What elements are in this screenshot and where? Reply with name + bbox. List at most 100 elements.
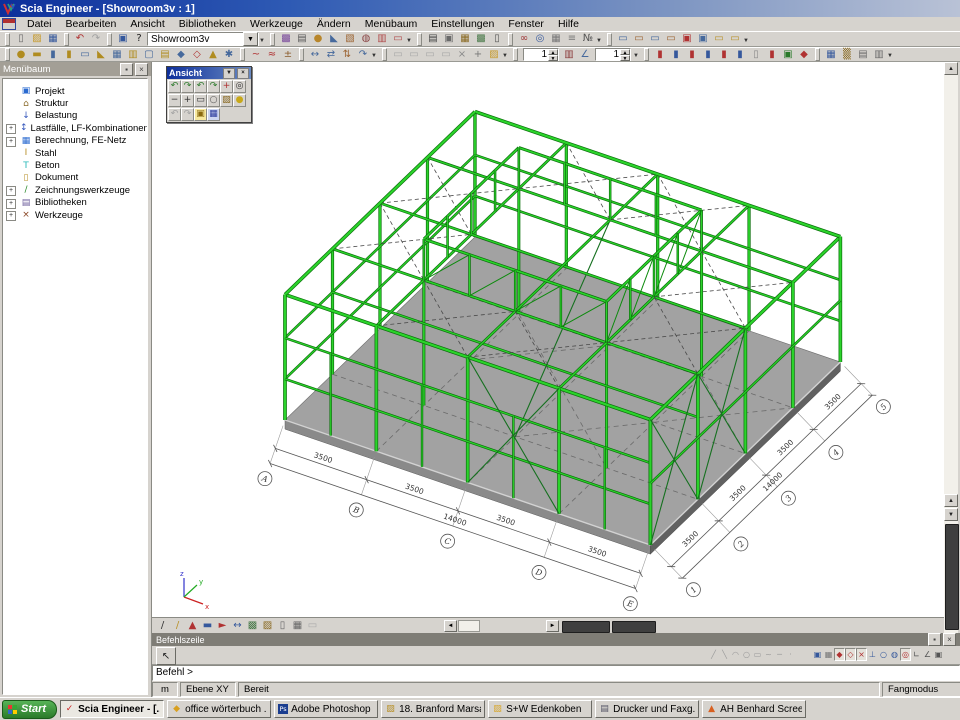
polyline-tool-icon[interactable]: ~: [248, 48, 264, 62]
level-tool-icon[interactable]: ▬: [200, 619, 215, 632]
toolbar-grip[interactable]: [5, 48, 10, 61]
scroll-down-icon[interactable]: ▼: [944, 508, 958, 521]
new-window-icon[interactable]: ▣: [115, 32, 131, 46]
tree-item-zeichnungswerkzeuge[interactable]: +/Zeichnungswerkzeuge: [3, 184, 147, 196]
toolbar-grip[interactable]: [240, 48, 245, 61]
toolbar-grip[interactable]: [299, 48, 304, 61]
section-cut-icon[interactable]: ◣: [326, 32, 342, 46]
tree-item-lastf-lle-lf-kombinationen[interactable]: +↕Lastfälle, LF-Kombinationen: [3, 122, 147, 134]
draw-arc-icon[interactable]: ◠: [730, 648, 741, 661]
truss-link-tool-icon[interactable]: ◆: [173, 48, 189, 62]
visibility-filter-icon[interactable]: ▥: [871, 48, 887, 62]
rotate-right-icon[interactable]: ↷: [181, 80, 194, 93]
drawing-edit-icon[interactable]: ±: [280, 48, 296, 62]
layout-window-3-icon[interactable]: ▭: [647, 32, 663, 46]
scrollbar-thumb[interactable]: [945, 524, 959, 630]
view-direction-icon[interactable]: ▨: [220, 94, 233, 107]
menu-fenster[interactable]: Fenster: [501, 18, 551, 31]
snap-mode-button[interactable]: Fangmodus: [882, 682, 960, 697]
layer-link-icon[interactable]: ▥: [561, 48, 577, 62]
spin-down-icon[interactable]: ▼: [548, 55, 558, 61]
tree-item-stahl[interactable]: IStahl: [3, 147, 147, 159]
tree-item-bibliotheken[interactable]: +▤Bibliotheken: [3, 197, 147, 209]
ucs-tool-icon[interactable]: ∠: [577, 48, 593, 62]
toolbar-overflow-icon[interactable]: ▼: [502, 53, 510, 61]
inactive-tool-icon[interactable]: ▭: [305, 619, 320, 632]
menu-ansicht[interactable]: Ansicht: [123, 18, 171, 31]
task-drucker-und-faxg[interactable]: ▤Drucker und Faxg...: [595, 700, 699, 718]
activity-filter-3-icon[interactable]: ▭: [422, 48, 438, 62]
zoom-window-icon[interactable]: ▭: [194, 94, 207, 107]
layout-window-2-icon[interactable]: ▭: [631, 32, 647, 46]
midpoint-snap-icon[interactable]: ◇: [845, 648, 856, 661]
expand-icon[interactable]: +: [6, 199, 16, 209]
toolbar-overflow-icon[interactable]: ▼: [259, 38, 267, 46]
draw-polyline-icon[interactable]: ╲: [719, 648, 730, 661]
vertical-scrollbar[interactable]: ▲ ▲ ▼: [944, 62, 958, 633]
mdi-child-icon[interactable]: [2, 18, 16, 30]
printer-setup-icon[interactable]: ▤: [294, 32, 310, 46]
picture-gallery-icon[interactable]: ▦: [457, 32, 473, 46]
hinge-tool-icon[interactable]: ◇: [189, 48, 205, 62]
redo-icon[interactable]: ↷: [88, 32, 104, 46]
stretch-tool-icon[interactable]: ↔: [230, 619, 245, 632]
gallery-icon[interactable]: ▥: [374, 32, 390, 46]
spin-down-icon[interactable]: ▼: [620, 55, 630, 61]
combo-dropdown-icon[interactable]: ▼: [243, 32, 258, 46]
toolbar-overflow-icon[interactable]: ▼: [406, 38, 414, 46]
level-spinner[interactable]: 1 ▲▼: [595, 48, 631, 61]
scroll-up-icon[interactable]: ▲: [944, 494, 958, 507]
frame-manager-icon[interactable]: ▭: [390, 32, 406, 46]
menu-datei[interactable]: Datei: [20, 18, 59, 31]
grid-toggle-icon[interactable]: ≡: [564, 32, 580, 46]
close-icon[interactable]: ×: [237, 68, 249, 79]
perpendicular-snap-icon[interactable]: ⊥: [867, 648, 878, 661]
load-case-5-icon[interactable]: ▮: [716, 48, 732, 62]
toolbar-overflow-icon[interactable]: ▼: [371, 53, 379, 61]
toolbar-grip[interactable]: [64, 33, 69, 46]
save-icon[interactable]: ▦: [45, 32, 61, 46]
lock-snap-icon[interactable]: ▣: [933, 648, 944, 661]
document-icon[interactable]: ▯: [489, 32, 505, 46]
toolbar-grip[interactable]: [107, 33, 112, 46]
expand-icon[interactable]: +: [6, 124, 16, 134]
project-data-icon[interactable]: ▩: [278, 32, 294, 46]
tree-item-berechnung-fe-netz[interactable]: +▦Berechnung, FE-Netz: [3, 135, 147, 147]
tree-item-struktur[interactable]: ⌂Struktur: [3, 97, 147, 109]
print-icon[interactable]: ▤: [425, 32, 441, 46]
wall-tool-icon[interactable]: ▥: [125, 48, 141, 62]
command-input[interactable]: Befehl >: [152, 665, 960, 681]
page-spinner[interactable]: 1 ▲▼: [523, 48, 559, 61]
load-case-10-icon[interactable]: ◆: [796, 48, 812, 62]
load-case-8-icon[interactable]: ▮: [764, 48, 780, 62]
clipping-box-icon[interactable]: ▣: [194, 108, 207, 121]
zoom-all-icon[interactable]: ○: [207, 94, 220, 107]
project-combo[interactable]: Showroom3v ▼: [147, 32, 259, 46]
close-icon[interactable]: ×: [135, 63, 148, 76]
activity-filter-4-icon[interactable]: ▭: [438, 48, 454, 62]
tree-item-beton[interactable]: TBeton: [3, 159, 147, 171]
light-toggle-icon[interactable]: ●: [233, 94, 246, 107]
toolbar-overflow-icon[interactable]: ▼: [596, 38, 604, 46]
shade-tool-icon[interactable]: ▨: [260, 619, 275, 632]
zoom-out-icon[interactable]: −: [168, 94, 181, 107]
selection-cursor-icon[interactable]: ↖: [156, 647, 176, 665]
load-case-1-icon[interactable]: ▮: [652, 48, 668, 62]
start-button[interactable]: Start: [2, 700, 57, 719]
task-ah-benhard-scree[interactable]: ▲AH Benhard Scree...: [702, 700, 806, 718]
tangent-snap-icon[interactable]: ○: [878, 648, 889, 661]
layout-window-8-icon[interactable]: ▭: [727, 32, 743, 46]
chevron-down-icon[interactable]: ▼: [223, 68, 235, 79]
toolbar-grip[interactable]: [417, 33, 422, 46]
grid-snap-icon[interactable]: ▦: [823, 648, 834, 661]
zoom-document-icon[interactable]: ◎: [532, 32, 548, 46]
wireframe-mode-icon[interactable]: ▦: [207, 108, 220, 121]
clipboard-link-icon[interactable]: ∞: [516, 32, 532, 46]
zoom-in-icon[interactable]: +: [181, 94, 194, 107]
catalog-block-tool-icon[interactable]: ✱: [221, 48, 237, 62]
axonometric-view-icon[interactable]: +: [220, 80, 233, 93]
load-generator-icon[interactable]: ▒: [839, 48, 855, 62]
opening-tool-icon[interactable]: ▢: [141, 48, 157, 62]
array-tool-icon[interactable]: ⇅: [339, 48, 355, 62]
toolbar-overflow-icon[interactable]: ▼: [633, 53, 641, 61]
